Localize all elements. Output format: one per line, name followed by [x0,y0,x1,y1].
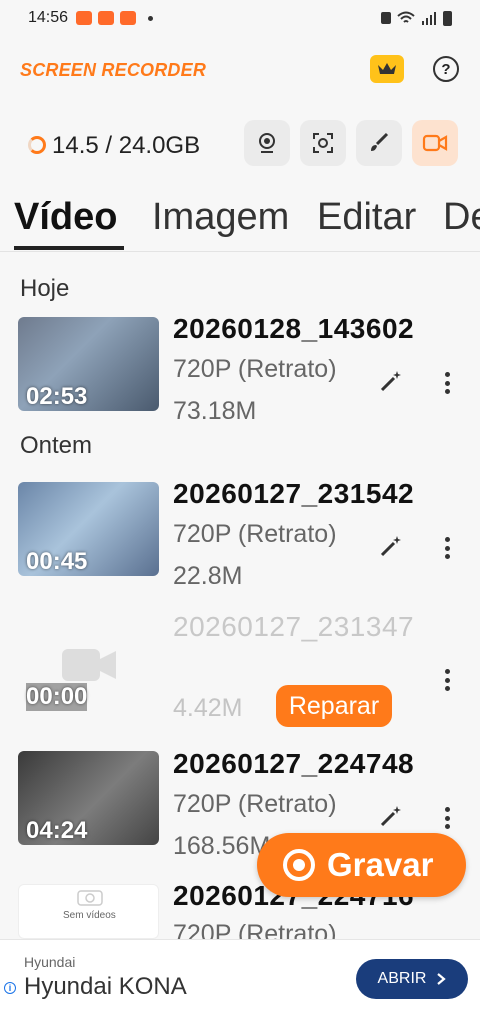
app-notification-icon-2 [120,11,137,25]
video-resolution: 720P (Retrato) [173,790,337,818]
more-options-icon[interactable] [438,370,456,396]
tab-edit[interactable]: Editar [317,196,416,239]
repair-button[interactable]: Reparar [276,685,392,727]
record-icon [283,849,315,881]
premium-crown-button[interactable] [370,55,404,83]
media-tabs: Vídeo Imagem Editar De [0,192,480,252]
help-button[interactable]: ? [433,56,459,82]
more-options-icon[interactable] [438,535,456,561]
status-time: 14:56 [28,9,69,26]
video-thumbnail[interactable]: 02:53 [18,317,159,411]
video-title[interactable]: 20260128_143602 [173,313,414,345]
magic-wand-icon[interactable] [378,368,404,394]
tab-image[interactable]: Imagem [152,196,289,239]
tab-video[interactable]: Vídeo [14,196,117,239]
more-options-icon[interactable] [438,805,456,831]
screenshot-button[interactable] [300,120,346,166]
empty-camera-icon [77,890,103,906]
record-button[interactable]: Gravar [257,833,466,897]
status-notification-icons [76,11,154,25]
video-thumbnail[interactable]: 00:00 [18,617,159,711]
active-tab-indicator [14,246,124,250]
magic-wand-icon[interactable] [378,803,404,829]
question-icon: ? [441,60,451,78]
ad-advertiser: Hyundai [24,954,76,970]
video-size: 73.18M [173,397,257,425]
ad-open-button[interactable]: ABRIR [356,959,468,999]
video-size: 4.42M [173,694,243,722]
more-options-icon[interactable] [438,667,456,693]
video-thumbnail[interactable]: 00:45 [18,482,159,576]
screenshot-icon [313,133,333,153]
video-resolution: 720P (Retrato) [173,520,337,548]
brush-icon [371,132,389,151]
video-duration: 04:24 [26,817,88,844]
ad-banner[interactable]: i Hyundai Hyundai KONA ABRIR [0,939,480,1014]
wifi-icon [397,11,415,23]
camera-overlay-button[interactable] [244,120,290,166]
app-logo: SCREEN RECORDER [20,59,207,80]
video-duration: 00:00 [26,683,88,711]
storage-progress-icon [28,136,46,154]
video-thumbnail[interactable]: Sem vídeos [18,884,159,939]
section-today: Hoje [20,275,70,302]
recorder-notification-icon [76,11,93,25]
signal-icon [422,12,436,25]
ad-info-icon[interactable]: i [4,982,16,994]
ad-title: Hyundai KONA [24,973,187,1000]
video-resolution: 720P (Retrato) [173,355,337,383]
lock-icon [381,12,391,24]
video-title[interactable]: 20260127_231347 [173,611,414,643]
video-size: 22.8M [173,562,243,590]
record-label: Gravar [327,846,434,883]
brush-button[interactable] [356,120,402,166]
more-notifications-icon [148,15,154,21]
tab-more[interactable]: De [443,196,480,239]
video-size: 168.56M [173,832,271,860]
app-header: SCREEN RECORDER ? [0,50,480,90]
section-yesterday: Ontem [20,432,93,459]
no-videos-label: Sem vídeos [63,910,116,921]
video-placeholder-icon [62,649,116,681]
video-title[interactable]: 20260127_224748 [173,748,414,780]
app-notification-icon [98,11,115,25]
status-system-icons [381,10,452,26]
magic-wand-icon[interactable] [378,533,404,559]
crown-icon [378,63,396,74]
record-video-button[interactable] [412,120,458,166]
video-title[interactable]: 20260127_231542 [173,478,414,510]
video-camera-icon [422,134,448,152]
chevron-right-icon [437,973,447,985]
storage-usage: 14.5 / 24.0GB [52,132,201,159]
video-duration: 02:53 [26,383,88,410]
status-bar: 14:56 [0,0,480,36]
ad-open-label: ABRIR [377,970,427,987]
webcam-icon [259,133,275,153]
video-duration: 00:45 [26,548,88,575]
storage-toolbar: 14.5 / 24.0GB [0,120,480,170]
battery-icon [443,10,452,26]
video-thumbnail[interactable]: 04:24 [18,751,159,845]
